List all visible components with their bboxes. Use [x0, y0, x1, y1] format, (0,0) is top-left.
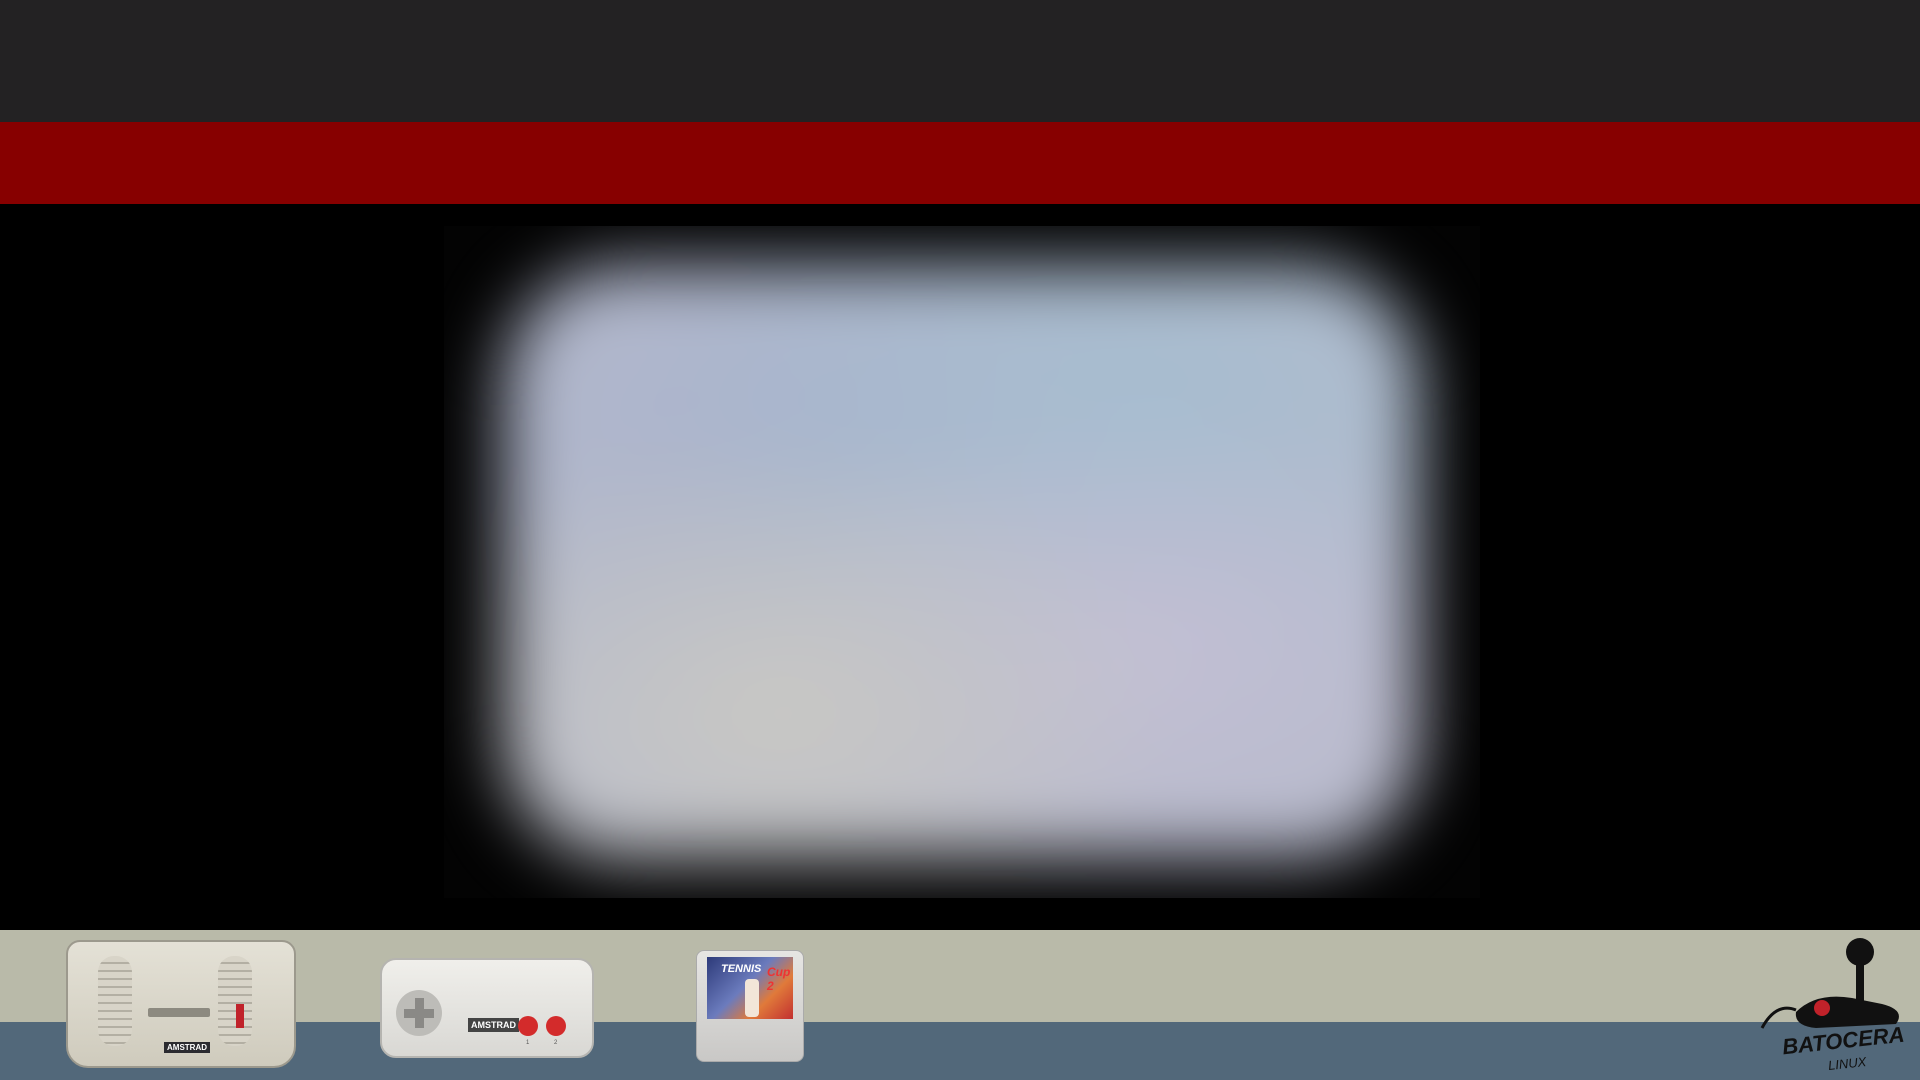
power-switch	[236, 1004, 244, 1028]
cartridge-title: TENNIS	[721, 963, 762, 975]
accent-band	[0, 122, 1920, 204]
joystick-icon	[1760, 938, 1899, 1029]
cartridge-image: TENNIS Cup 2	[696, 950, 804, 1062]
button-1-label: 1	[526, 1040, 530, 1046]
game-screen	[444, 226, 1480, 898]
console-body: AMSTRAD	[66, 940, 296, 1068]
crt-screen-glow	[504, 266, 1420, 858]
console-brand-label: AMSTRAD	[164, 1042, 210, 1053]
console-vent-right	[218, 956, 252, 1046]
controller-image: AMSTRAD 1 2	[380, 958, 594, 1058]
cartridge-slot	[148, 1008, 210, 1017]
dpad-icon	[396, 990, 442, 1036]
tennis-player-icon	[745, 979, 759, 1017]
controller-button-1	[518, 1016, 538, 1036]
cartridge-subtitle: Cup 2	[767, 965, 791, 993]
controller-brand-label: AMSTRAD	[468, 1018, 519, 1032]
button-2-label: 2	[554, 1040, 558, 1046]
logo-subtitle: LINUX	[1827, 1054, 1867, 1073]
controller-button-2	[546, 1016, 566, 1036]
top-band	[0, 0, 1920, 122]
cartridge-artwork: TENNIS Cup 2	[707, 957, 793, 1019]
console-image: AMSTRAD	[66, 940, 296, 1070]
console-vent-left	[98, 956, 132, 1046]
batocera-logo: BATOCERA LINUX	[1756, 932, 1920, 1080]
